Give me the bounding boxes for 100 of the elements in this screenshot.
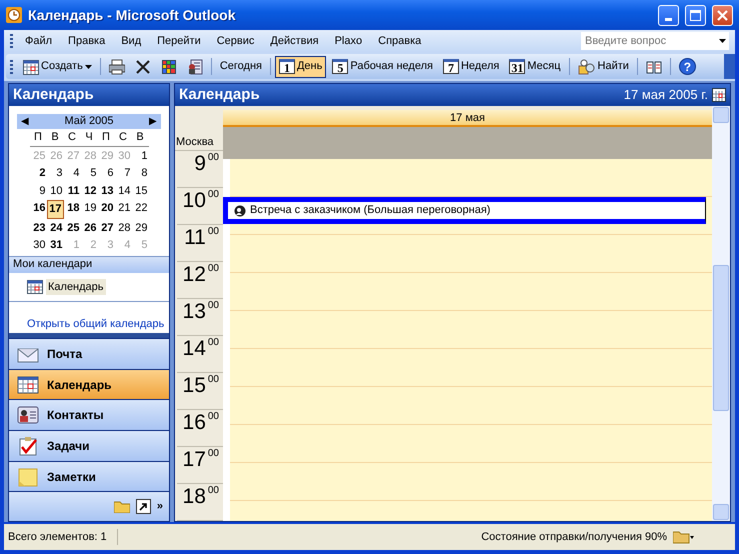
calendar-day[interactable]: 2 <box>30 165 46 182</box>
menu-item[interactable]: Сервис <box>208 32 262 50</box>
next-month-button[interactable]: ▶ <box>148 114 157 129</box>
calendar-day[interactable]: 30 <box>30 237 46 254</box>
calendar-page-icon: 31 <box>509 59 526 74</box>
send-receive-button[interactable] <box>673 528 695 546</box>
calendar-day[interactable]: 10 <box>46 182 64 199</box>
menu-item[interactable]: Вид <box>113 32 150 50</box>
help-button[interactable]: ? <box>678 58 696 75</box>
calendar-day[interactable]: 11 <box>64 182 80 199</box>
minutes-label: 00 <box>208 225 219 239</box>
window-title: Календарь - Microsoft Outlook <box>28 6 236 25</box>
calendar-list-item[interactable]: Календарь <box>46 278 106 295</box>
calendar-day[interactable]: 20 <box>98 200 114 218</box>
maximize-button[interactable] <box>685 4 706 26</box>
hour-label: 15 <box>182 373 206 399</box>
book-icon <box>646 58 662 74</box>
view-button[interactable]: 7 Неделя <box>438 56 504 78</box>
weekday-label: П <box>98 129 114 146</box>
calendar-day[interactable]: 14 <box>114 182 132 199</box>
new-button[interactable]: Создать <box>19 56 96 78</box>
scrollbar-thumb[interactable] <box>713 265 729 411</box>
calendar-day[interactable]: 26 <box>80 220 98 236</box>
calendar-day[interactable]: 22 <box>132 200 148 218</box>
color-grid-icon <box>160 58 177 74</box>
view-button[interactable]: 5 Рабочая неделя <box>328 56 437 78</box>
navigation-button[interactable]: Задачи <box>9 430 169 461</box>
calendar-day[interactable]: 28 <box>114 220 132 236</box>
calendar-day[interactable]: 3 <box>46 165 64 182</box>
menu-item[interactable]: Plaxo <box>326 32 370 50</box>
minutes-label: 00 <box>208 336 219 350</box>
calendar-day[interactable]: 18 <box>64 200 80 218</box>
menu-item[interactable]: Перейти <box>149 32 209 50</box>
calendar-day[interactable]: 8 <box>132 165 148 182</box>
calendar-day[interactable]: 9 <box>30 182 46 199</box>
contact-card-icon <box>17 405 39 426</box>
calendar-day[interactable]: 15 <box>132 182 148 199</box>
minutes-label: 00 <box>208 484 219 498</box>
calendar-day[interactable]: 25 <box>64 220 80 236</box>
more-buttons-button[interactable]: » <box>156 498 163 515</box>
note-icon <box>17 466 39 487</box>
printer-icon <box>108 58 125 74</box>
menu-item[interactable]: Правка <box>60 32 114 50</box>
hour-label: 18 <box>182 484 206 510</box>
weekday-label: С <box>64 129 80 146</box>
help-search-field[interactable]: Введите вопрос <box>581 32 715 50</box>
weekday-label: В <box>132 129 148 146</box>
day-header[interactable]: 17 мая <box>223 110 712 127</box>
clock-icon <box>6 7 22 23</box>
appointment[interactable]: Встреча с заказчиком (Большая переговорная) <box>223 197 706 224</box>
calendar-day[interactable]: 17 <box>46 200 64 218</box>
minutes-label: 00 <box>208 299 219 313</box>
calendar-day[interactable]: 31 <box>46 237 64 254</box>
today-button[interactable]: Сегодня <box>216 56 266 78</box>
navigation-button[interactable]: Заметки <box>9 460 169 492</box>
calendar-day[interactable]: 7 <box>114 165 132 182</box>
calendar-day[interactable]: 27 <box>98 220 114 236</box>
weekday-label: Ч <box>80 129 98 146</box>
appointment-title: Встреча с заказчиком (Большая переговорная) <box>250 203 490 218</box>
find-button[interactable]: Найти <box>574 56 633 78</box>
dropdown-arrow-icon <box>84 64 92 68</box>
send-receive-status: Состояние отправки/получения 90% <box>481 530 667 545</box>
folders-icon <box>673 530 695 544</box>
calendar-day[interactable]: 23 <box>30 220 46 236</box>
close-button[interactable] <box>712 4 733 26</box>
calendar-day[interactable]: 5 <box>80 165 98 182</box>
calendar-day[interactable]: 13 <box>98 182 114 199</box>
calendar-day[interactable]: 16 <box>30 200 46 218</box>
menu-item[interactable]: Действия <box>262 32 327 50</box>
minutes-label: 00 <box>208 373 219 387</box>
splitter-handle[interactable] <box>9 332 169 338</box>
open-shared-calendar-link[interactable]: Открыть общий календарь <box>27 316 169 332</box>
calendar-day[interactable]: 21 <box>114 200 132 218</box>
navigation-button[interactable]: Календарь <box>9 368 169 400</box>
dropdown-button[interactable] <box>715 32 729 50</box>
calendar-day[interactable]: 24 <box>46 220 64 236</box>
navigation-button[interactable]: Контакты <box>9 399 169 430</box>
menu-item[interactable]: Справка <box>370 32 430 50</box>
date-label: 17 мая 2005 г. <box>624 86 708 104</box>
minutes-label: 00 <box>208 151 219 165</box>
previous-month-button[interactable]: ◀ <box>21 114 29 129</box>
calendar-icon <box>712 88 726 102</box>
calendar-day[interactable]: 12 <box>80 182 98 199</box>
view-button[interactable]: 1 День <box>274 56 326 78</box>
maximize-icon <box>690 10 701 20</box>
navigation-button[interactable]: Почта <box>9 338 169 369</box>
weekday-label: С <box>114 129 132 146</box>
calendar-day[interactable]: 4 <box>64 165 80 182</box>
calendar-day[interactable]: 1 <box>132 148 148 164</box>
menu-item[interactable]: Файл <box>17 32 60 50</box>
calendar-page-icon: 5 <box>332 59 348 74</box>
hour-label: 13 <box>182 299 206 325</box>
calendar-day[interactable]: 29 <box>132 220 148 236</box>
delete-icon <box>134 58 151 74</box>
calendar-day[interactable]: 6 <box>98 165 114 182</box>
calendar-day[interactable]: 19 <box>80 200 98 218</box>
minimize-button[interactable] <box>658 4 679 26</box>
minutes-label: 00 <box>208 410 219 424</box>
calendar-icon <box>27 280 43 294</box>
view-button[interactable]: 31 Месяц <box>505 56 565 78</box>
